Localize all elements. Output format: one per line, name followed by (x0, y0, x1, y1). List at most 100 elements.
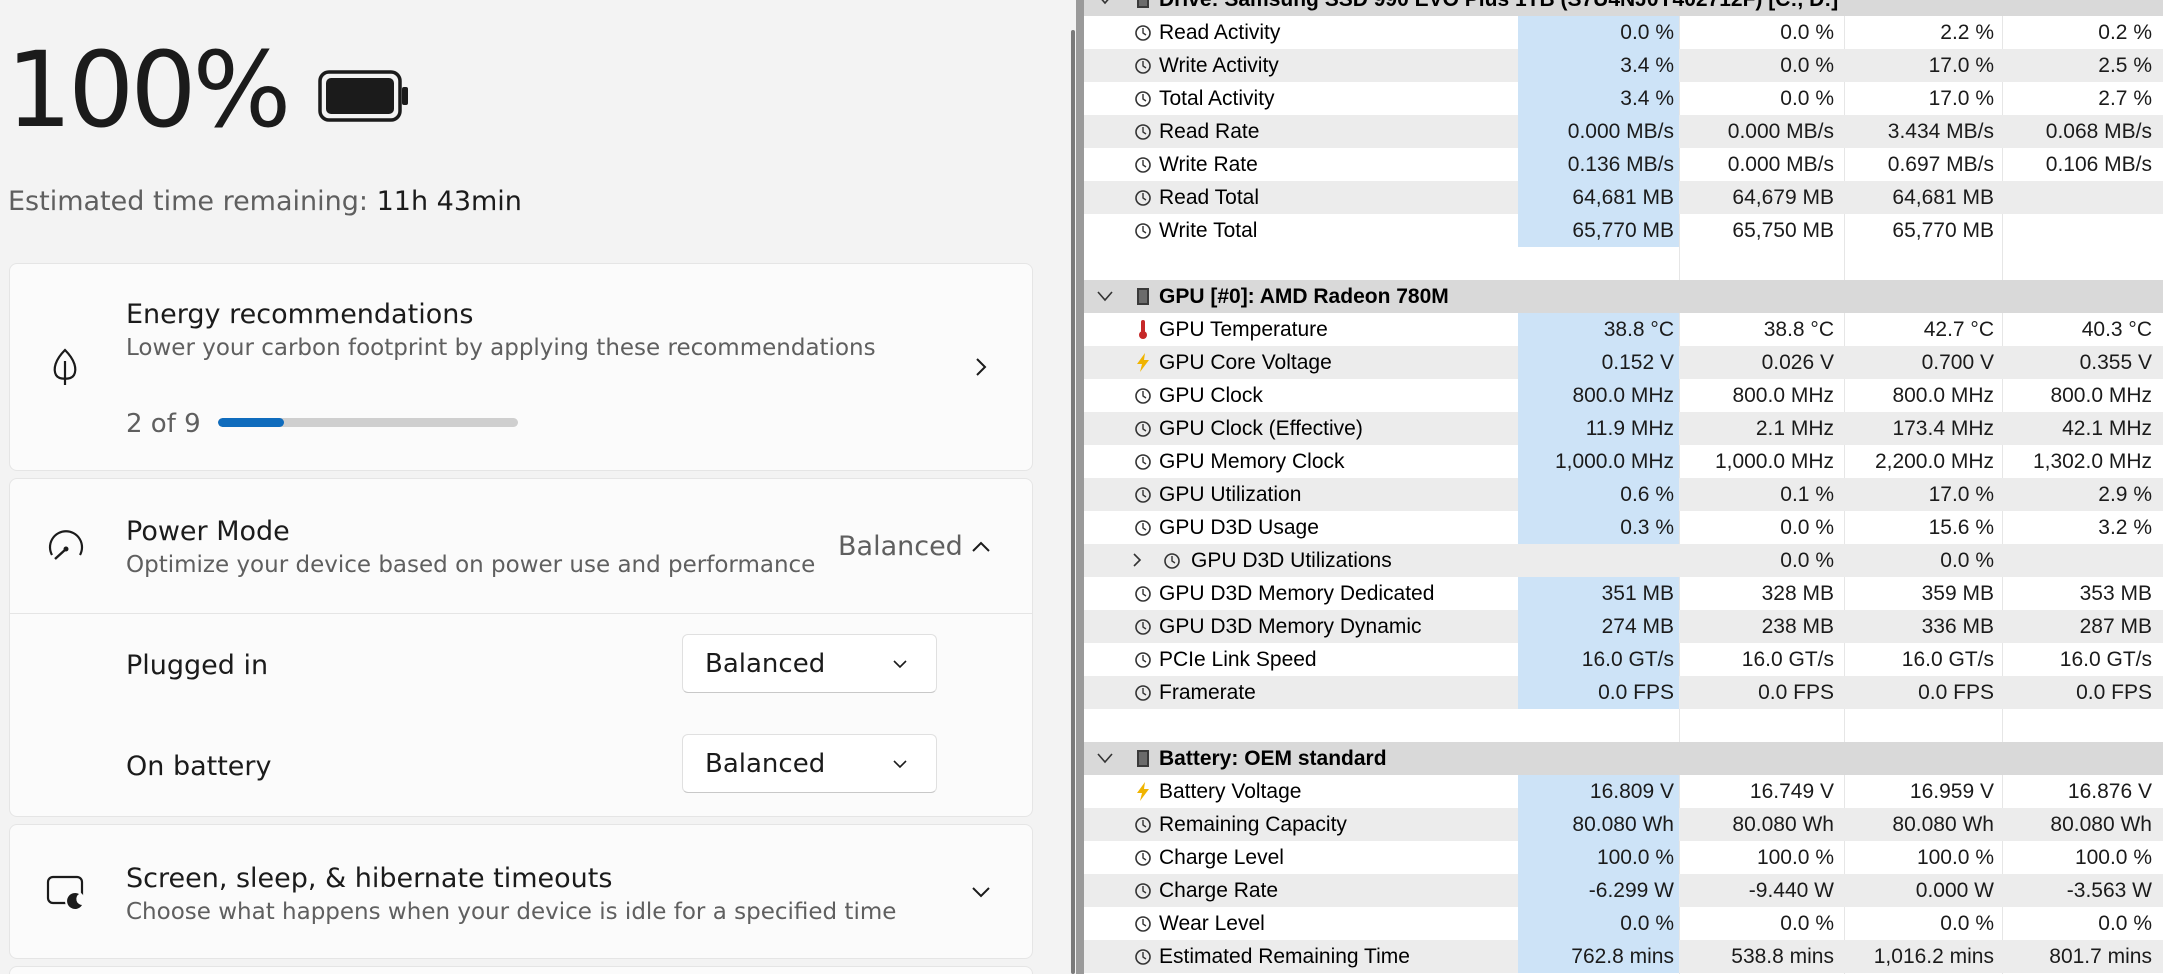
sensor-average: 800.0 MHz (2050, 384, 2152, 407)
chevron-down-icon[interactable] (1096, 289, 1114, 303)
screen-sleep-title: Screen, sleep, & hibernate timeouts (126, 863, 613, 894)
energy-progress-text: 2 of 9 (126, 409, 201, 439)
sensor-average: -3.563 W (2066, 879, 2152, 902)
sensor-row[interactable]: PCIe Link Speed 16.0 GT/s 16.0 GT/s 16.0 GT… (1084, 643, 2163, 676)
chevron-down-icon (893, 760, 907, 769)
sensor-row[interactable]: Framerate 0.0 FPS 0.0 FPS 0.0 FPS 0.0 FPS (1084, 676, 2163, 709)
sensor-current: 3.4 % (1620, 87, 1674, 110)
sensor-row[interactable]: GPU Temperature 38.8 °C 38.8 °C 42.7 °C 40.3… (1084, 313, 2163, 346)
on-battery-dropdown-value: Balanced (705, 749, 826, 779)
sensor-minimum: 0.0 % (1780, 54, 1834, 77)
estimated-time: Estimated time remaining: 11h 43min (8, 186, 522, 217)
chevron-right-icon[interactable] (1129, 552, 1145, 568)
sensor-minimum: 0.000 MB/s (1727, 120, 1834, 143)
sensor-average: 100.0 % (2074, 846, 2152, 869)
sensor-average: 287 MB (2079, 615, 2152, 638)
sensor-label: Wear Level (1159, 912, 1265, 935)
sensor-current: 38.8 °C (1603, 318, 1674, 341)
clock-icon (1135, 454, 1151, 470)
sensor-group-header[interactable]: GPU [#0]: AMD Radeon 780M (1084, 280, 2163, 313)
sensor-average: 0.2 % (2098, 21, 2152, 44)
sensor-row[interactable]: Write Rate 0.136 MB/s 0.000 MB/s 0.697 MB/s… (1084, 148, 2163, 181)
sensor-row[interactable]: Read Total 64,681 MB 64,679 MB 64,681 MB (1084, 181, 2163, 214)
sensor-current: 64,681 MB (1572, 186, 1674, 209)
chevron-down-icon[interactable] (1096, 751, 1114, 765)
sensor-minimum: 0.0 FPS (1758, 681, 1834, 704)
screen-sleep-card[interactable]: Screen, sleep, & hibernate timeouts Choo… (9, 824, 1033, 959)
power-mode-card: Power Mode Optimize your device based on… (9, 478, 1033, 817)
sensor-maximum: 17.0 % (1928, 87, 1994, 110)
sensor-minimum: 38.8 °C (1763, 318, 1834, 341)
window-divider (1076, 0, 1084, 974)
sensor-average: 0.106 MB/s (2045, 153, 2152, 176)
sensor-label: GPU Memory Clock (1159, 450, 1345, 473)
sensor-minimum: 64,679 MB (1732, 186, 1834, 209)
plugged-in-label: Plugged in (126, 650, 269, 681)
sensor-current: 65,770 MB (1572, 219, 1674, 242)
sensor-row[interactable]: Battery Voltage 16.809 V 16.749 V 16.959 V 1… (1084, 775, 2163, 808)
sensor-row[interactable]: Charge Level 100.0 % 100.0 % 100.0 % 100.0 % (1084, 841, 2163, 874)
sensor-row[interactable]: GPU Clock 800.0 MHz 800.0 MHz 800.0 MHz 800.… (1084, 379, 2163, 412)
sensor-minimum: 65,750 MB (1732, 219, 1834, 242)
sensor-row[interactable]: GPU Memory Clock 1,000.0 MHz 1,000.0 MHz 2,… (1084, 445, 2163, 478)
energy-description: Lower your carbon footprint by applying … (126, 335, 876, 361)
sensor-maximum: 0.0 FPS (1918, 681, 1994, 704)
sensor-row[interactable]: Charge Rate -6.299 W -9.440 W 0.000 W -3.563… (1084, 874, 2163, 907)
sensor-row[interactable]: Remaining Capacity 80.080 Wh 80.080 Wh 80.0… (1084, 808, 2163, 841)
sensor-row[interactable]: Read Rate 0.000 MB/s 0.000 MB/s 3.434 MB/s 0… (1084, 115, 2163, 148)
sensor-label: GPU Utilization (1159, 483, 1302, 506)
sensor-maximum: 15.6 % (1928, 516, 1994, 539)
sensor-row[interactable]: Total Activity 3.4 % 0.0 % 17.0 % 2.7 % (1084, 82, 2163, 115)
power-mode-title: Power Mode (126, 516, 290, 547)
sensor-row[interactable]: Wear Level 0.0 % 0.0 % 0.0 % 0.0 % (1084, 907, 2163, 940)
sensor-maximum: 16.959 V (1909, 780, 1994, 803)
energy-title: Energy recommendations (126, 299, 474, 330)
sensor-row[interactable]: GPU Core Voltage 0.152 V 0.026 V 0.700 V 0.3… (1084, 346, 2163, 379)
sensor-label: Read Rate (1159, 120, 1260, 143)
sensor-current: 274 MB (1601, 615, 1674, 638)
sensor-label: GPU Core Voltage (1159, 351, 1332, 374)
sensor-label: GPU D3D Memory Dynamic (1159, 615, 1422, 638)
sensor-row[interactable]: GPU Clock (Effective) 11.9 MHz 2.1 MHz 173.… (1084, 412, 2163, 445)
sensor-row[interactable]: GPU D3D Memory Dedicated 351 MB 328 MB 359 … (1084, 577, 2163, 610)
sensor-minimum: 0.026 V (1761, 351, 1834, 374)
energy-progress-fill (218, 418, 284, 427)
sensor-maximum: 65,770 MB (1892, 219, 1994, 242)
scrollbar[interactable] (1071, 30, 1075, 974)
sensor-minimum: 0.0 % (1780, 516, 1834, 539)
power-mode-header[interactable]: Power Mode Optimize your device based on… (10, 479, 1032, 613)
sensor-row[interactable]: Read Activity 0.0 % 0.0 % 2.2 % 0.2 % (1084, 16, 2163, 49)
sensor-label: Read Activity (1159, 21, 1281, 44)
sensor-row[interactable]: Write Activity 3.4 % 0.0 % 17.0 % 2.5 % (1084, 49, 2163, 82)
sensor-maximum: 800.0 MHz (1892, 384, 1994, 407)
sensor-row[interactable]: GPU Utilization 0.6 % 0.1 % 17.0 % 2.9 % (1084, 478, 2163, 511)
next-card[interactable] (9, 966, 1033, 974)
sensor-row[interactable]: GPU D3D Usage 0.3 % 0.0 % 15.6 % 3.2 % (1084, 511, 2163, 544)
sensor-average: 0.355 V (2079, 351, 2152, 374)
plugged-in-dropdown[interactable]: Balanced (682, 634, 937, 693)
clock-icon (1135, 652, 1151, 668)
sensor-maximum: 16.0 GT/s (1901, 648, 1994, 671)
sensor-row[interactable]: Write Total 65,770 MB 65,750 MB 65,770 MB (1084, 214, 2163, 247)
clock-icon (1135, 223, 1151, 239)
on-battery-label: On battery (126, 751, 272, 782)
clock-icon (1135, 586, 1151, 602)
sensor-minimum: 238 MB (1761, 615, 1834, 638)
sensor-label: Total Activity (1159, 87, 1275, 110)
sensor-maximum: 17.0 % (1928, 54, 1994, 77)
sensor-row[interactable]: GPU D3D Memory Dynamic 274 MB 238 MB 336 MB… (1084, 610, 2163, 643)
sensor-label: GPU D3D Memory Dedicated (1159, 582, 1435, 605)
sensor-row[interactable]: Estimated Remaining Time 762.8 mins 538.8 … (1084, 940, 2163, 973)
sensor-row[interactable]: GPU D3D Utilizations 0.0 % 0.0 % (1084, 544, 2163, 577)
energy-recommendations-card[interactable]: Energy recommendations Lower your carbon… (9, 263, 1033, 471)
sensor-group-title: GPU [#0]: AMD Radeon 780M (1159, 285, 1449, 308)
sensor-group-header[interactable]: Battery: OEM standard (1084, 742, 2163, 775)
clock-icon (1135, 157, 1151, 173)
sensor-label: GPU D3D Usage (1159, 516, 1319, 539)
sensor-label: Remaining Capacity (1159, 813, 1347, 836)
sensor-group-header[interactable]: Drive: Samsung SSD 990 EVO Plus 1TB (S7U… (1084, 0, 2163, 16)
on-battery-dropdown[interactable]: Balanced (682, 734, 937, 793)
chip-icon (1137, 750, 1149, 767)
chevron-down-icon[interactable] (1096, 0, 1114, 6)
divider (10, 613, 1032, 614)
